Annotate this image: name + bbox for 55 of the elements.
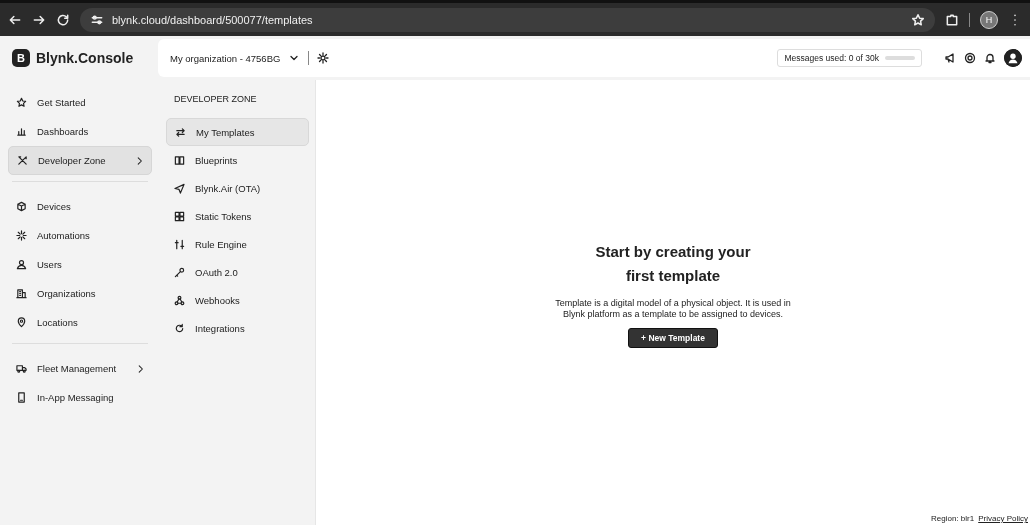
- sparkle-icon: [16, 230, 27, 241]
- address-bar[interactable]: blynk.cloud/dashboard/500077/templates: [80, 7, 935, 32]
- sidebar-item[interactable]: In-App Messaging: [8, 383, 152, 412]
- building-icon: [16, 288, 27, 299]
- menu-item[interactable]: OAuth 2.0: [166, 258, 309, 286]
- sidebar-item[interactable]: Dashboards: [8, 117, 152, 146]
- chart-icon: [16, 126, 27, 137]
- phone-icon: [16, 392, 27, 403]
- loop-icon: [174, 322, 185, 334]
- sidebar-item[interactable]: Fleet Management: [8, 354, 152, 383]
- menu-item[interactable]: Static Tokens: [166, 202, 309, 230]
- person-icon: [16, 259, 27, 270]
- menu-item[interactable]: Webhooks: [166, 286, 309, 314]
- book-icon: [174, 154, 185, 166]
- bell-icon[interactable]: [984, 52, 996, 64]
- empty-state-description: Template is a digital model of a physical object. It is used in Blynk platform as a template to be assigned to devices.: [554, 298, 792, 320]
- menu-item[interactable]: Rule Engine: [166, 230, 309, 258]
- messages-text: Messages used: 0 of 30k: [784, 53, 879, 63]
- url-text: blynk.cloud/dashboard/500077/templates: [112, 13, 313, 26]
- new-template-button[interactable]: + New Template: [628, 328, 718, 348]
- section-heading: DEVELOPER ZONE: [173, 93, 258, 106]
- sidebar-item[interactable]: Get Started: [8, 88, 152, 117]
- bookmark-star-icon[interactable]: [911, 12, 925, 27]
- privacy-policy-link[interactable]: Privacy Policy: [978, 514, 1028, 523]
- cube-icon: [16, 201, 27, 212]
- key-icon: [174, 266, 185, 278]
- extensions-icon[interactable]: [945, 12, 959, 27]
- truck-icon: [16, 363, 27, 374]
- menu-item[interactable]: Blynk.Air (OTA): [166, 174, 309, 202]
- logo: B: [12, 49, 30, 67]
- sidebar-item[interactable]: Users: [8, 250, 152, 279]
- star-icon: [16, 97, 27, 108]
- nodes-icon: [174, 294, 185, 306]
- sidebar-item[interactable]: Locations: [8, 308, 152, 337]
- grid-icon: [174, 210, 185, 222]
- empty-state-title: Start by creating your first template: [594, 242, 752, 286]
- megaphone-icon[interactable]: [944, 52, 956, 64]
- app-title: Blynk.Console: [36, 50, 134, 66]
- sidebar-item[interactable]: Developer Zone: [8, 146, 152, 175]
- sidebar-item[interactable]: Devices: [8, 192, 152, 221]
- sliders-icon: [174, 238, 185, 250]
- sidebar-item[interactable]: Organizations: [8, 279, 152, 308]
- menu-item[interactable]: Blueprints: [166, 146, 309, 174]
- arrows-icon: [175, 126, 186, 138]
- sidebar-item[interactable]: Automations: [8, 221, 152, 250]
- pin-icon: [16, 317, 27, 328]
- settings-icon[interactable]: [317, 52, 330, 64]
- user-avatar[interactable]: [1004, 49, 1022, 67]
- menu-item[interactable]: My Templates: [166, 118, 309, 146]
- profile-avatar[interactable]: H: [980, 10, 998, 29]
- reload-icon[interactable]: [56, 12, 70, 27]
- paper-plane-icon: [174, 182, 185, 194]
- organization-selector[interactable]: My organization - 4756BG: [170, 52, 281, 64]
- region-text: Region: blr1: [931, 514, 975, 523]
- menu-item[interactable]: Integrations: [166, 314, 309, 342]
